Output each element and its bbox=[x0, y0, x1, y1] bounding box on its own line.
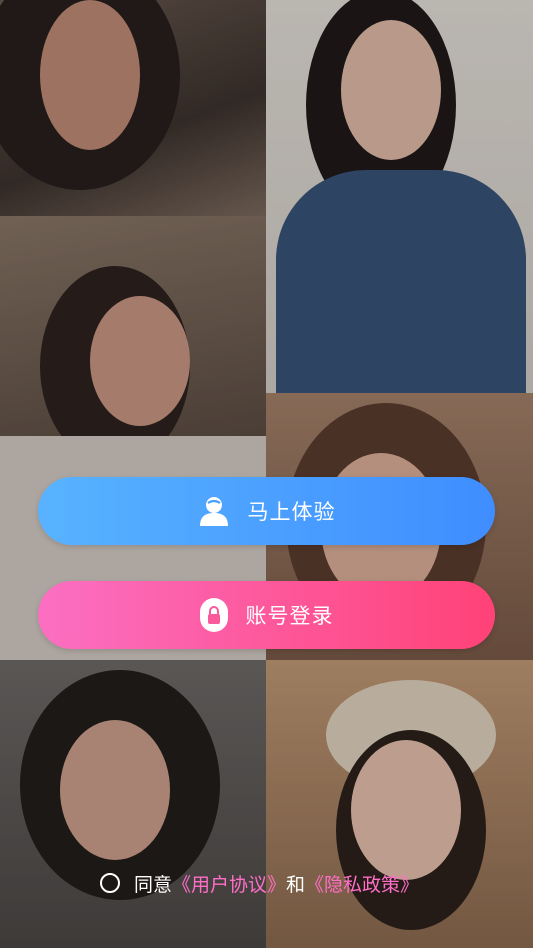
account-login-button[interactable]: 账号登录 bbox=[38, 581, 495, 649]
user-icon bbox=[198, 496, 230, 526]
agreement-checkbox[interactable] bbox=[100, 873, 120, 893]
try-now-button[interactable]: 马上体验 bbox=[38, 477, 495, 545]
background-photo-5 bbox=[0, 660, 266, 948]
agreement-row: 同意 《用户协议》 和 《隐私政策》 bbox=[100, 868, 419, 898]
agreement-prefix: 同意 bbox=[134, 873, 173, 896]
try-now-label: 马上体验 bbox=[247, 500, 336, 524]
background-photo-2 bbox=[266, 0, 533, 393]
user-agreement-link[interactable]: 《用户协议》 bbox=[172, 870, 286, 897]
background-photo-6 bbox=[266, 660, 533, 948]
login-screen: 马上体验 账号登录 同意 《用户协议》 和 《隐私政策》 bbox=[0, 0, 533, 948]
account-login-label: 账号登录 bbox=[245, 604, 334, 628]
background-photo-1 bbox=[0, 0, 266, 216]
agreement-conjunction: 和 bbox=[286, 873, 306, 896]
lock-icon bbox=[199, 598, 228, 632]
privacy-policy-link[interactable]: 《隐私政策》 bbox=[305, 870, 419, 897]
